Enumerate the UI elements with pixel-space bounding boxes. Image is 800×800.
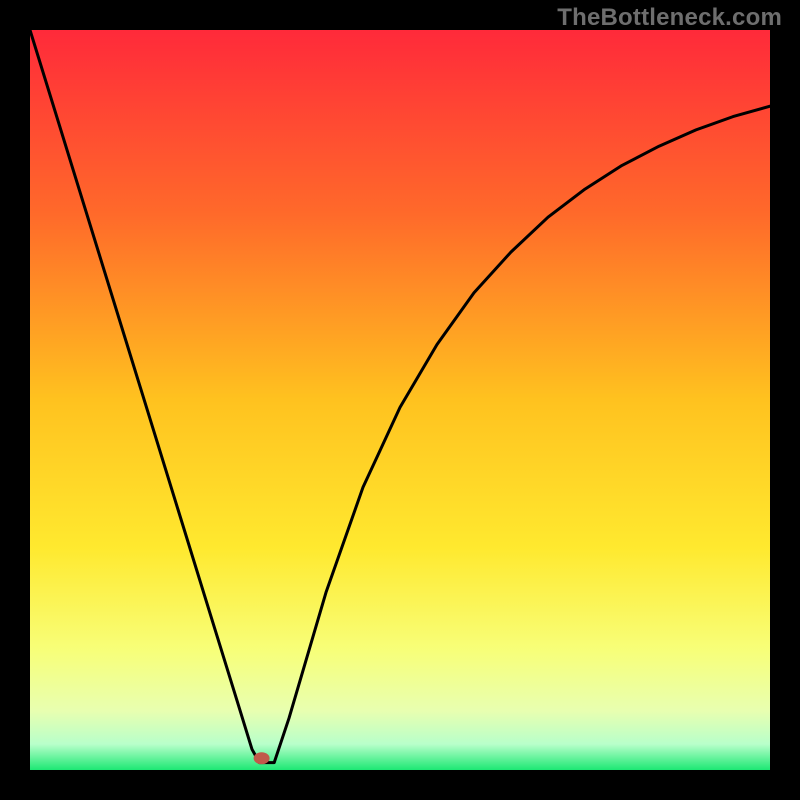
gradient-background (30, 30, 770, 770)
watermark-label: TheBottleneck.com (557, 4, 782, 32)
chart-frame: TheBottleneck.com (0, 0, 800, 800)
optimal-point-icon (254, 752, 270, 764)
plot-area (30, 30, 770, 770)
bottleneck-chart (30, 30, 770, 770)
